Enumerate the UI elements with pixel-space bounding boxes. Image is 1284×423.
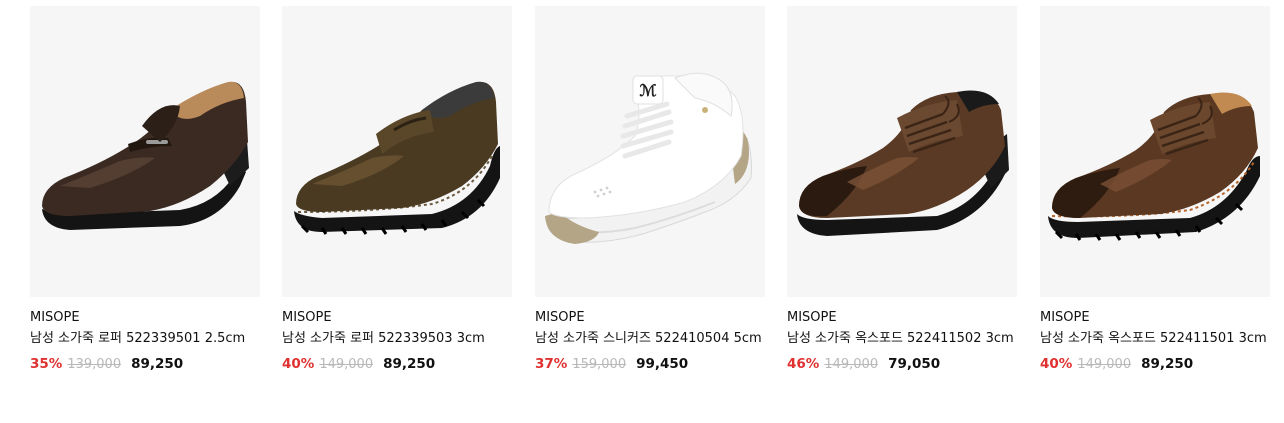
- product-card[interactable]: MISOPE 남성 소가죽 로퍼 522339503 3cm 40% 149,0…: [282, 0, 512, 373]
- sale-price: 79,050: [888, 356, 941, 372]
- penny-loafer-shoe-icon: [294, 81, 500, 235]
- product-brand[interactable]: MISOPE: [30, 310, 260, 326]
- discount-rate: 37%: [535, 356, 568, 372]
- product-card[interactable]: MISOPE 남성 소가죽 옥스포드 522411502 3cm 46% 149…: [787, 0, 1017, 373]
- original-price: 159,000: [572, 357, 627, 372]
- price-row: 46% 149,000 79,050: [787, 356, 1017, 373]
- discount-rate: 40%: [1040, 356, 1073, 372]
- product-image-penny-loafer[interactable]: [282, 6, 512, 297]
- product-card[interactable]: MISOPE 남성 소가죽 로퍼 522339501 2.5cm 35% 139…: [30, 0, 260, 373]
- product-brand[interactable]: MISOPE: [787, 310, 1017, 326]
- product-card[interactable]: ℳ MISOPE 남성 소가죽 스니커즈 522410504 5cm 37% 1…: [535, 0, 765, 373]
- product-name[interactable]: 남성 소가죽 로퍼 522339501 2.5cm: [30, 331, 260, 347]
- price-row: 37% 159,000 99,450: [535, 356, 765, 373]
- product-image-loafer[interactable]: [30, 6, 260, 297]
- product-name[interactable]: 남성 소가죽 로퍼 522339503 3cm: [282, 331, 512, 347]
- sneaker-shoe-icon: ℳ: [545, 72, 752, 244]
- product-image-sneaker[interactable]: ℳ: [535, 6, 765, 297]
- original-price: 149,000: [1077, 357, 1132, 372]
- sale-price: 89,250: [1141, 356, 1194, 372]
- product-name[interactable]: 남성 소가죽 옥스포드 522411501 3cm: [1040, 331, 1270, 347]
- price-row: 40% 149,000 89,250: [1040, 356, 1270, 373]
- product-card[interactable]: MISOPE 남성 소가죽 옥스포드 522411501 3cm 40% 149…: [1040, 0, 1270, 373]
- price-row: 40% 149,000 89,250: [282, 356, 512, 373]
- discount-rate: 35%: [30, 356, 63, 372]
- discount-rate: 40%: [282, 356, 315, 372]
- oxford-shoe-icon: [797, 90, 1009, 236]
- product-image-oxford[interactable]: [787, 6, 1017, 297]
- oxford-lug-shoe-icon: [1048, 92, 1260, 241]
- product-brand[interactable]: MISOPE: [535, 310, 765, 326]
- product-grid: MISOPE 남성 소가죽 로퍼 522339501 2.5cm 35% 139…: [0, 0, 1284, 423]
- svg-text:ℳ: ℳ: [639, 81, 656, 100]
- original-price: 149,000: [824, 357, 879, 372]
- original-price: 139,000: [67, 357, 122, 372]
- product-brand[interactable]: MISOPE: [282, 310, 512, 326]
- product-image-oxford-lug[interactable]: [1040, 6, 1270, 297]
- product-brand[interactable]: MISOPE: [1040, 310, 1270, 326]
- sale-price: 89,250: [383, 356, 436, 372]
- loafer-shoe-icon: [42, 81, 249, 230]
- product-name[interactable]: 남성 소가죽 옥스포드 522411502 3cm: [787, 331, 1017, 347]
- sale-price: 89,250: [131, 356, 184, 372]
- price-row: 35% 139,000 89,250: [30, 356, 260, 373]
- product-name[interactable]: 남성 소가죽 스니커즈 522410504 5cm: [535, 331, 765, 347]
- original-price: 149,000: [319, 357, 374, 372]
- discount-rate: 46%: [787, 356, 820, 372]
- sale-price: 99,450: [636, 356, 689, 372]
